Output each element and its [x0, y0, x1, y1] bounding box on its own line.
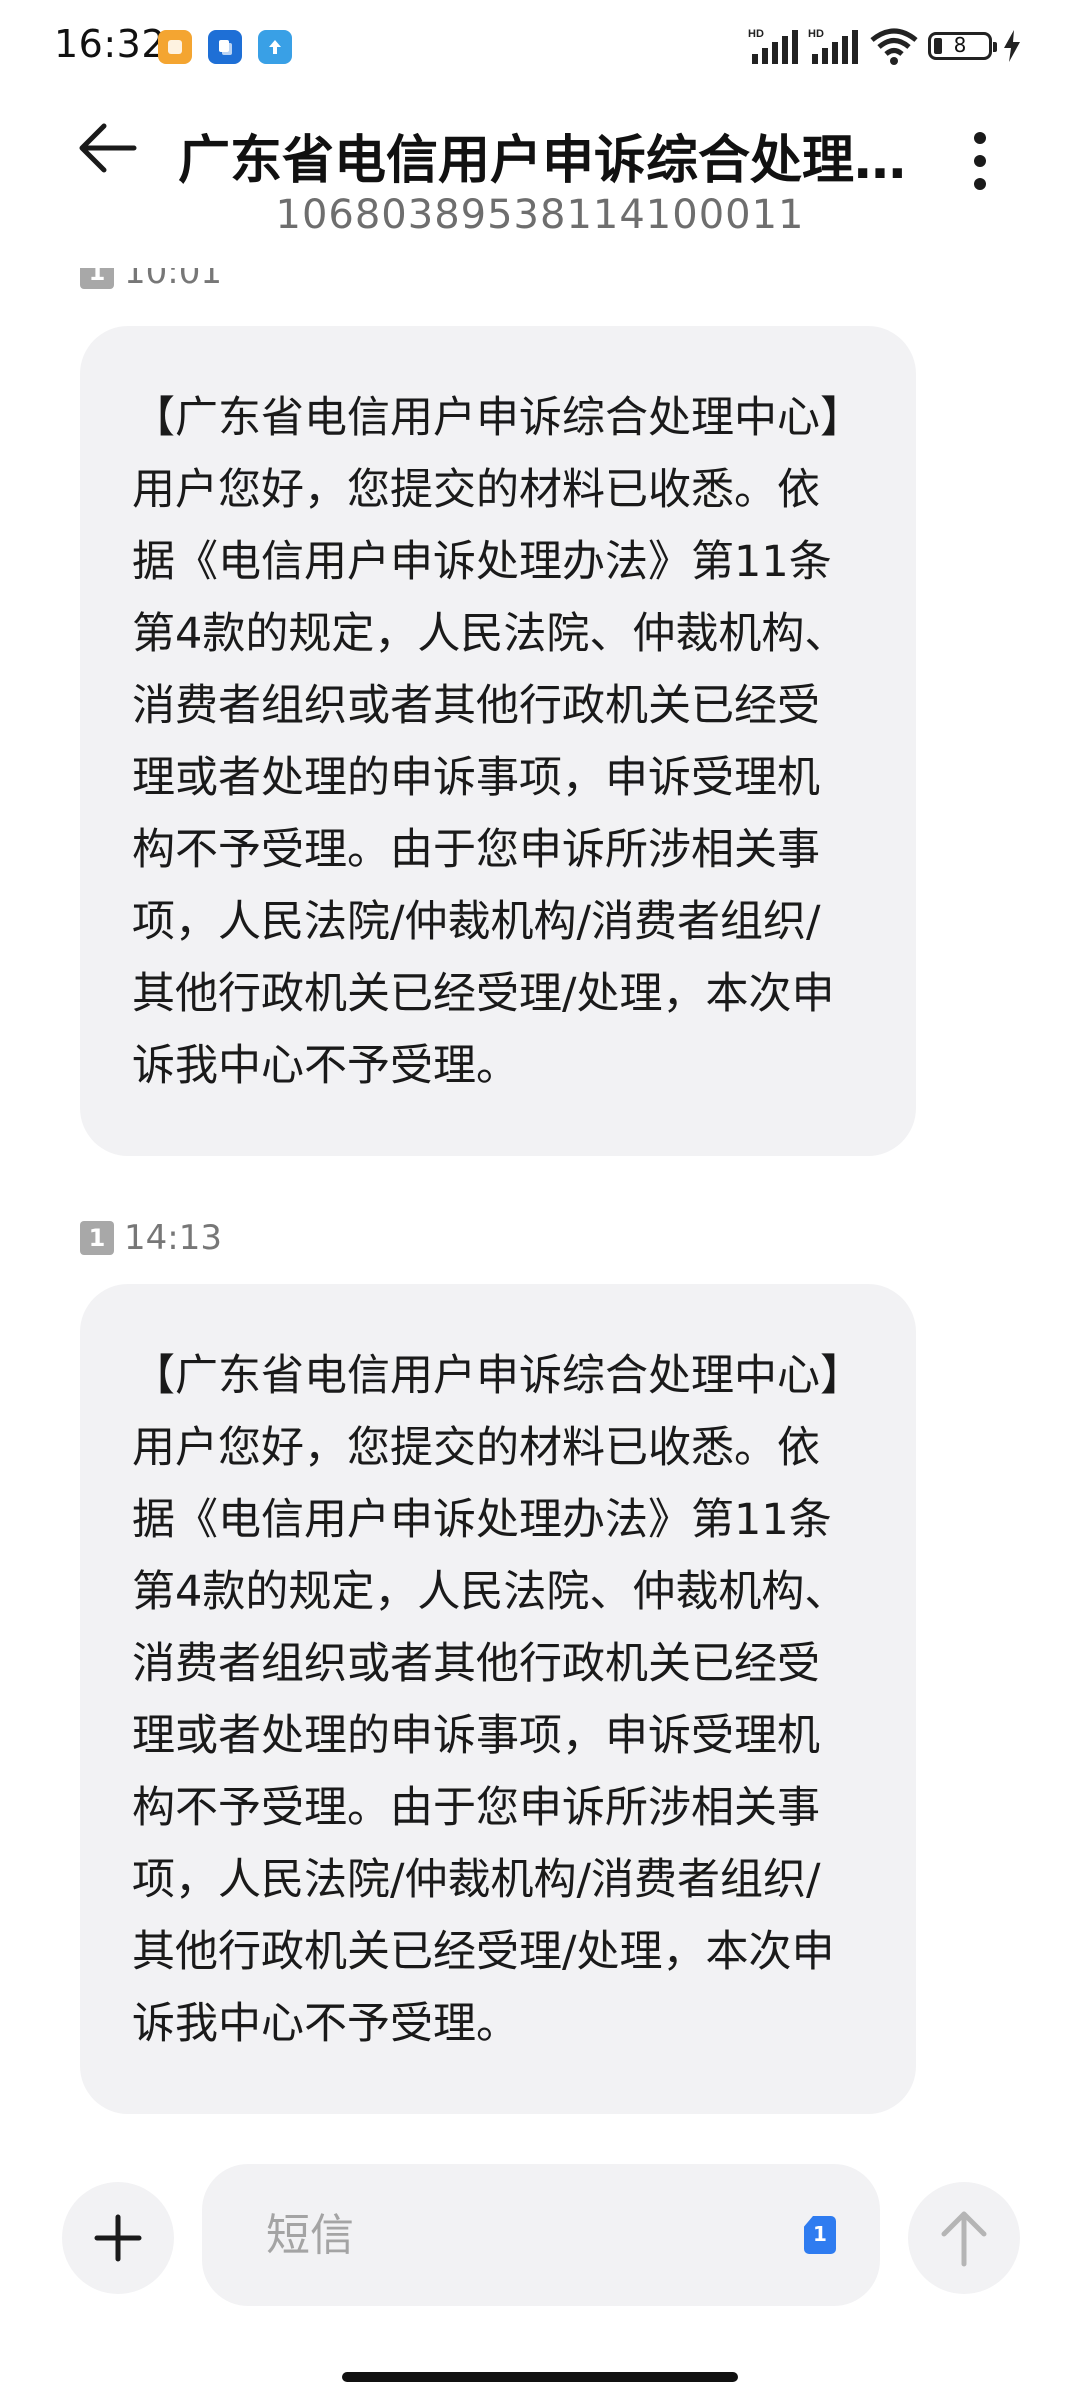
message-time: 14:13: [124, 1218, 222, 1258]
back-arrow-icon[interactable]: [76, 116, 140, 180]
sim-card-badge: 1: [80, 268, 114, 289]
notification-app-icon: [158, 30, 192, 64]
wifi-icon: [870, 28, 918, 65]
status-bar: 16:32 HD HD 8: [0, 0, 1080, 96]
sms-conversation-screen: 16:32 HD HD 8 广东省电信用户申诉综合处理中心 1068038953…: [0, 0, 1080, 2400]
message-time: 10:01: [124, 268, 222, 292]
message-text: 【广东省电信用户申诉综合处理中心】用户您好，您提交的材料已收悉。依据《电信用户申…: [132, 393, 848, 1091]
sim-card-badge: 1: [80, 1221, 114, 1255]
conversation-header: 广东省电信用户申诉综合处理中心 10680389538114100011: [0, 96, 1080, 266]
send-button[interactable]: [908, 2182, 1020, 2294]
status-time: 16:32: [54, 22, 167, 66]
home-indicator[interactable]: [342, 2372, 738, 2382]
sim-number: 1: [813, 2222, 827, 2246]
message-timestamp: 1 14:13: [80, 1218, 222, 1258]
message-timestamp: 1 10:01: [80, 268, 222, 298]
charging-bolt-icon: [1004, 30, 1020, 62]
message-input[interactable]: [264, 2198, 748, 2272]
send-arrow-icon: [941, 2211, 987, 2267]
upload-icon: [258, 30, 292, 64]
add-attachment-button[interactable]: [62, 2182, 174, 2294]
contact-number: 10680389538114100011: [275, 192, 805, 238]
sim-select-icon[interactable]: 1: [804, 2216, 836, 2254]
message-text: 【广东省电信用户申诉综合处理中心】用户您好，您提交的材料已收悉。依据《电信用户申…: [132, 1351, 848, 2049]
battery-level: 8: [953, 33, 967, 57]
message-bubble[interactable]: 【广东省电信用户申诉综合处理中心】用户您好，您提交的材料已收悉。依据《电信用户申…: [80, 326, 916, 1156]
message-composer[interactable]: 1: [202, 2164, 880, 2306]
hd-signal-icon: HD: [808, 28, 858, 64]
plus-icon: [94, 2214, 142, 2262]
hd-signal-icon: HD: [748, 28, 798, 64]
notification-app-icon: [208, 30, 242, 64]
message-bubble[interactable]: 【广东省电信用户申诉综合处理中心】用户您好，您提交的材料已收悉。依据《电信用户申…: [80, 1284, 916, 2114]
svg-text:HD: HD: [748, 28, 764, 40]
more-options-icon[interactable]: [962, 130, 998, 192]
svg-text:HD: HD: [808, 28, 824, 40]
contact-name[interactable]: 广东省电信用户申诉综合处理中心: [178, 118, 918, 193]
battery-icon: 8: [928, 32, 997, 60]
